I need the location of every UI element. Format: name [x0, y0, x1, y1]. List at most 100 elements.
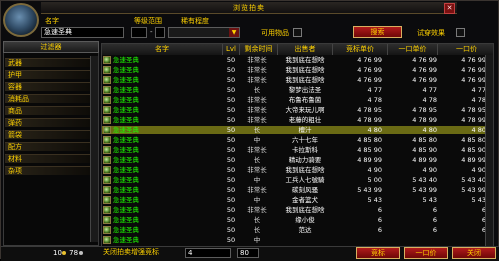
- item-level: 50: [226, 206, 236, 214]
- bid-price: 4 76 99: [357, 76, 382, 84]
- table-row[interactable]: 急速圣典 50 非常长 我到底在想啥 4 76 99 4 76 99 4 76 99: [102, 56, 488, 64]
- close-auction-enhance-label: 关闭拍卖增强竞标: [103, 248, 159, 256]
- unit-buyout-price: 5 43 99: [412, 186, 437, 194]
- seller-name: 老藤的粗壮: [288, 116, 322, 124]
- equip-preview-label: 试穿效果: [417, 29, 445, 37]
- filter-header: 过滤器: [3, 41, 99, 53]
- item-level: 50: [226, 196, 236, 204]
- bid-price: 4 85 90: [357, 146, 382, 154]
- table-row[interactable]: 急速圣典 50 长 缘小俊 6 6 6: [102, 216, 488, 224]
- item-level: 50: [226, 166, 236, 174]
- item-name: 急速圣典: [113, 226, 139, 234]
- filter-category[interactable]: 商品: [5, 106, 90, 115]
- col-unit-buyout[interactable]: 一口单价: [388, 44, 438, 55]
- filter-category[interactable]: 配方: [5, 142, 90, 151]
- filter-category[interactable]: 弹药: [5, 118, 90, 127]
- unit-buyout-price: 5 43: [422, 196, 437, 204]
- table-row[interactable]: 急速圣典 50 非常长 我到底在想啥 4 90 4 90 4 90: [102, 166, 488, 174]
- item-level: 50: [226, 96, 236, 104]
- buyout-price: 4 80: [471, 126, 486, 134]
- filter-category[interactable]: 容器: [5, 82, 90, 91]
- close-button[interactable]: 关闭: [452, 247, 496, 259]
- item-icon: [103, 216, 111, 224]
- col-name[interactable]: 名字: [102, 44, 223, 55]
- buyout-price: 4 76 99: [461, 56, 486, 64]
- bid-price: [328, 236, 382, 244]
- unit-buyout-price: 4 76 99: [412, 76, 437, 84]
- table-row[interactable]: 急速圣典 50 非常长 老藤的粗壮 4 78 99 4 78 99 4 78 99: [102, 116, 488, 124]
- equip-preview-checkbox[interactable]: [456, 28, 465, 37]
- rarity-dropdown[interactable]: ▼: [168, 27, 240, 38]
- table-row[interactable]: 急速圣典 50 中 六十七年 4 85 80 4 85 80 4 85 80: [102, 136, 488, 144]
- col-level[interactable]: Lvl: [223, 44, 240, 55]
- item-icon: [103, 226, 111, 234]
- item-name: 急速圣典: [113, 236, 139, 244]
- filter-category[interactable]: 护甲: [5, 70, 90, 79]
- table-row[interactable]: 急速圣典 50 非常长 我到底在想啥 4 76 99 4 76 99 4 76 99: [102, 66, 488, 74]
- filter-category[interactable]: 消耗品: [5, 94, 90, 103]
- unit-buyout-price: 4 85 90: [412, 146, 437, 154]
- unit-buyout-price: 4 76 99: [412, 56, 437, 64]
- table-row[interactable]: 急速圣典 50 中 金者篮犬 5 43 5 43 5 43: [102, 196, 488, 204]
- unit-buyout-price: 6: [432, 206, 437, 214]
- max-level-input[interactable]: [155, 27, 165, 38]
- item-level: 50: [226, 66, 236, 74]
- table-row[interactable]: 急速圣典 50 中 工兵人七號騎 5 00 5 43 40 5 43 40: [102, 176, 488, 184]
- unit-buyout-price: 4 90: [422, 166, 437, 174]
- table-row[interactable]: 急速圣典 50 长 黎梦出法圣 4 77 4 77 4 77: [102, 86, 488, 94]
- item-level: 50: [226, 136, 236, 144]
- item-level: 50: [226, 226, 236, 234]
- table-row[interactable]: 急速圣典 50 非常长 布鲁布鲁菌 4 78 4 78 4 78: [102, 96, 488, 104]
- table-row[interactable]: 急速圣典 50 非常长 我到底在想啥 4 76 99 4 76 99 4 76 99: [102, 76, 488, 84]
- min-level-input[interactable]: [131, 27, 147, 38]
- filter-category[interactable]: 杂项: [5, 166, 90, 175]
- search-button[interactable]: 搜索: [353, 26, 402, 38]
- col-bid[interactable]: 竞标单价: [333, 44, 388, 55]
- table-row[interactable]: 急速圣典 50 非常长 大帝来玩儿啊 4 78 95 4 78 95 4 78 95: [102, 106, 488, 114]
- time-left: 长: [253, 86, 261, 94]
- bid-price: 5 00: [367, 176, 382, 184]
- bid-price: 4 77: [367, 86, 382, 94]
- seller-name: 我到底在想啥: [285, 56, 325, 64]
- item-name: 急速圣典: [113, 86, 139, 94]
- item-name: 急速圣典: [113, 166, 139, 174]
- seller-name: 范达: [298, 226, 312, 234]
- usable-checkbox[interactable]: [293, 28, 302, 37]
- buyout-price: 4 78: [471, 96, 486, 104]
- table-row[interactable]: 急速圣典 50 非常长 卡拉斯科 4 85 90 4 85 90 4 85 90: [102, 146, 488, 154]
- filter-category[interactable]: 材料: [5, 154, 90, 163]
- table-row[interactable]: 急速圣典 50 中: [102, 236, 488, 244]
- table-row[interactable]: 急速圣典 50 长 檀汁 4 80 4 80 4 80: [102, 126, 488, 134]
- col-time-left[interactable]: 剩余时间: [240, 44, 278, 55]
- buyout-price: 4 78 95: [461, 106, 486, 114]
- search-input[interactable]: 急速圣典: [41, 27, 124, 38]
- filter-category[interactable]: 武器: [5, 58, 90, 67]
- table-scrollbar[interactable]: [485, 55, 493, 247]
- item-level: 50: [226, 156, 236, 164]
- name-label: 名字: [45, 17, 59, 25]
- time-left: 非常长: [247, 146, 267, 154]
- bid-silver-input[interactable]: 80: [237, 248, 259, 258]
- unit-buyout-price: 4 76 99: [412, 66, 437, 74]
- bid-button[interactable]: 竞标: [356, 247, 400, 259]
- filter-scrollbar[interactable]: [90, 56, 98, 242]
- item-level: 50: [226, 146, 236, 154]
- item-icon: [103, 126, 111, 134]
- col-seller[interactable]: 出售者: [278, 44, 333, 55]
- buyout-price: 4 78 99: [461, 116, 486, 124]
- table-row[interactable]: 急速圣典 50 长 范达 6 6 6: [102, 226, 488, 234]
- unit-buyout-price: 4 78 95: [412, 106, 437, 114]
- table-row[interactable]: 急速圣典 50 非常长 碳刻风骚 5 43 99 5 43 99 5 43 99: [102, 186, 488, 194]
- filter-category[interactable]: 箭袋: [5, 130, 90, 139]
- bid-price: 4 78 95: [357, 106, 382, 114]
- time-left: 非常长: [247, 186, 267, 194]
- table-row[interactable]: 急速圣典 50 长 精动力骑要 4 89 99 4 89 99 4 89 99: [102, 156, 488, 164]
- bid-gold-input[interactable]: 4: [185, 248, 231, 258]
- item-name: 急速圣典: [113, 216, 139, 224]
- close-icon[interactable]: ✕: [444, 3, 455, 14]
- table-row[interactable]: 急速圣典 50 非常长 我到底在想啥 6 6 6: [102, 206, 488, 214]
- col-buyout[interactable]: 一口价: [438, 44, 493, 55]
- time-left: 非常长: [247, 106, 267, 114]
- unit-buyout-price: 6: [432, 226, 437, 234]
- buyout-button[interactable]: 一口价: [404, 247, 448, 259]
